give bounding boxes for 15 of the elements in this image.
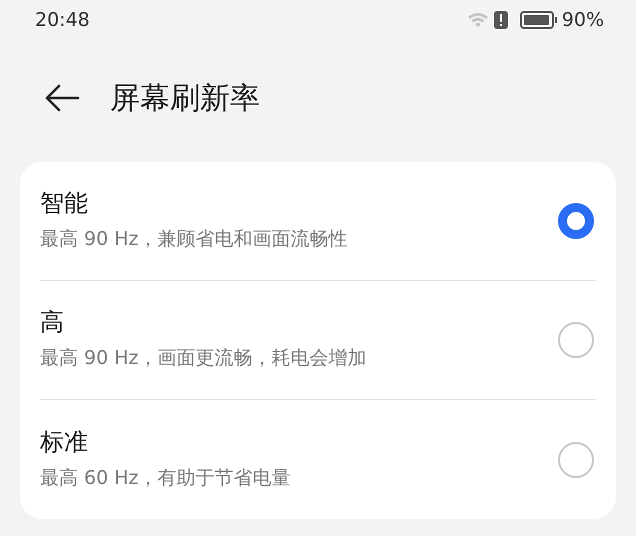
option-description: 最高 90 Hz，兼顾省电和画面流畅性 [40,227,348,252]
radio-button[interactable] [558,322,594,358]
radio-button[interactable] [558,442,594,478]
option-description: 最高 60 Hz，有助于节省电量 [40,466,291,491]
page-title: 屏幕刷新率 [110,80,260,118]
wifi-icon [466,11,490,29]
option-title: 高 [40,307,65,338]
alert-icon [494,11,508,29]
status-time: 20:48 [35,8,90,33]
battery-percent: 90% [562,8,604,33]
option-title: 智能 [40,188,89,220]
battery-icon [520,11,558,29]
option-description: 最高 90 Hz，画面更流畅，耗电会增加 [40,346,367,372]
radio-button[interactable] [558,203,594,239]
option-title: 标准 [40,426,89,458]
